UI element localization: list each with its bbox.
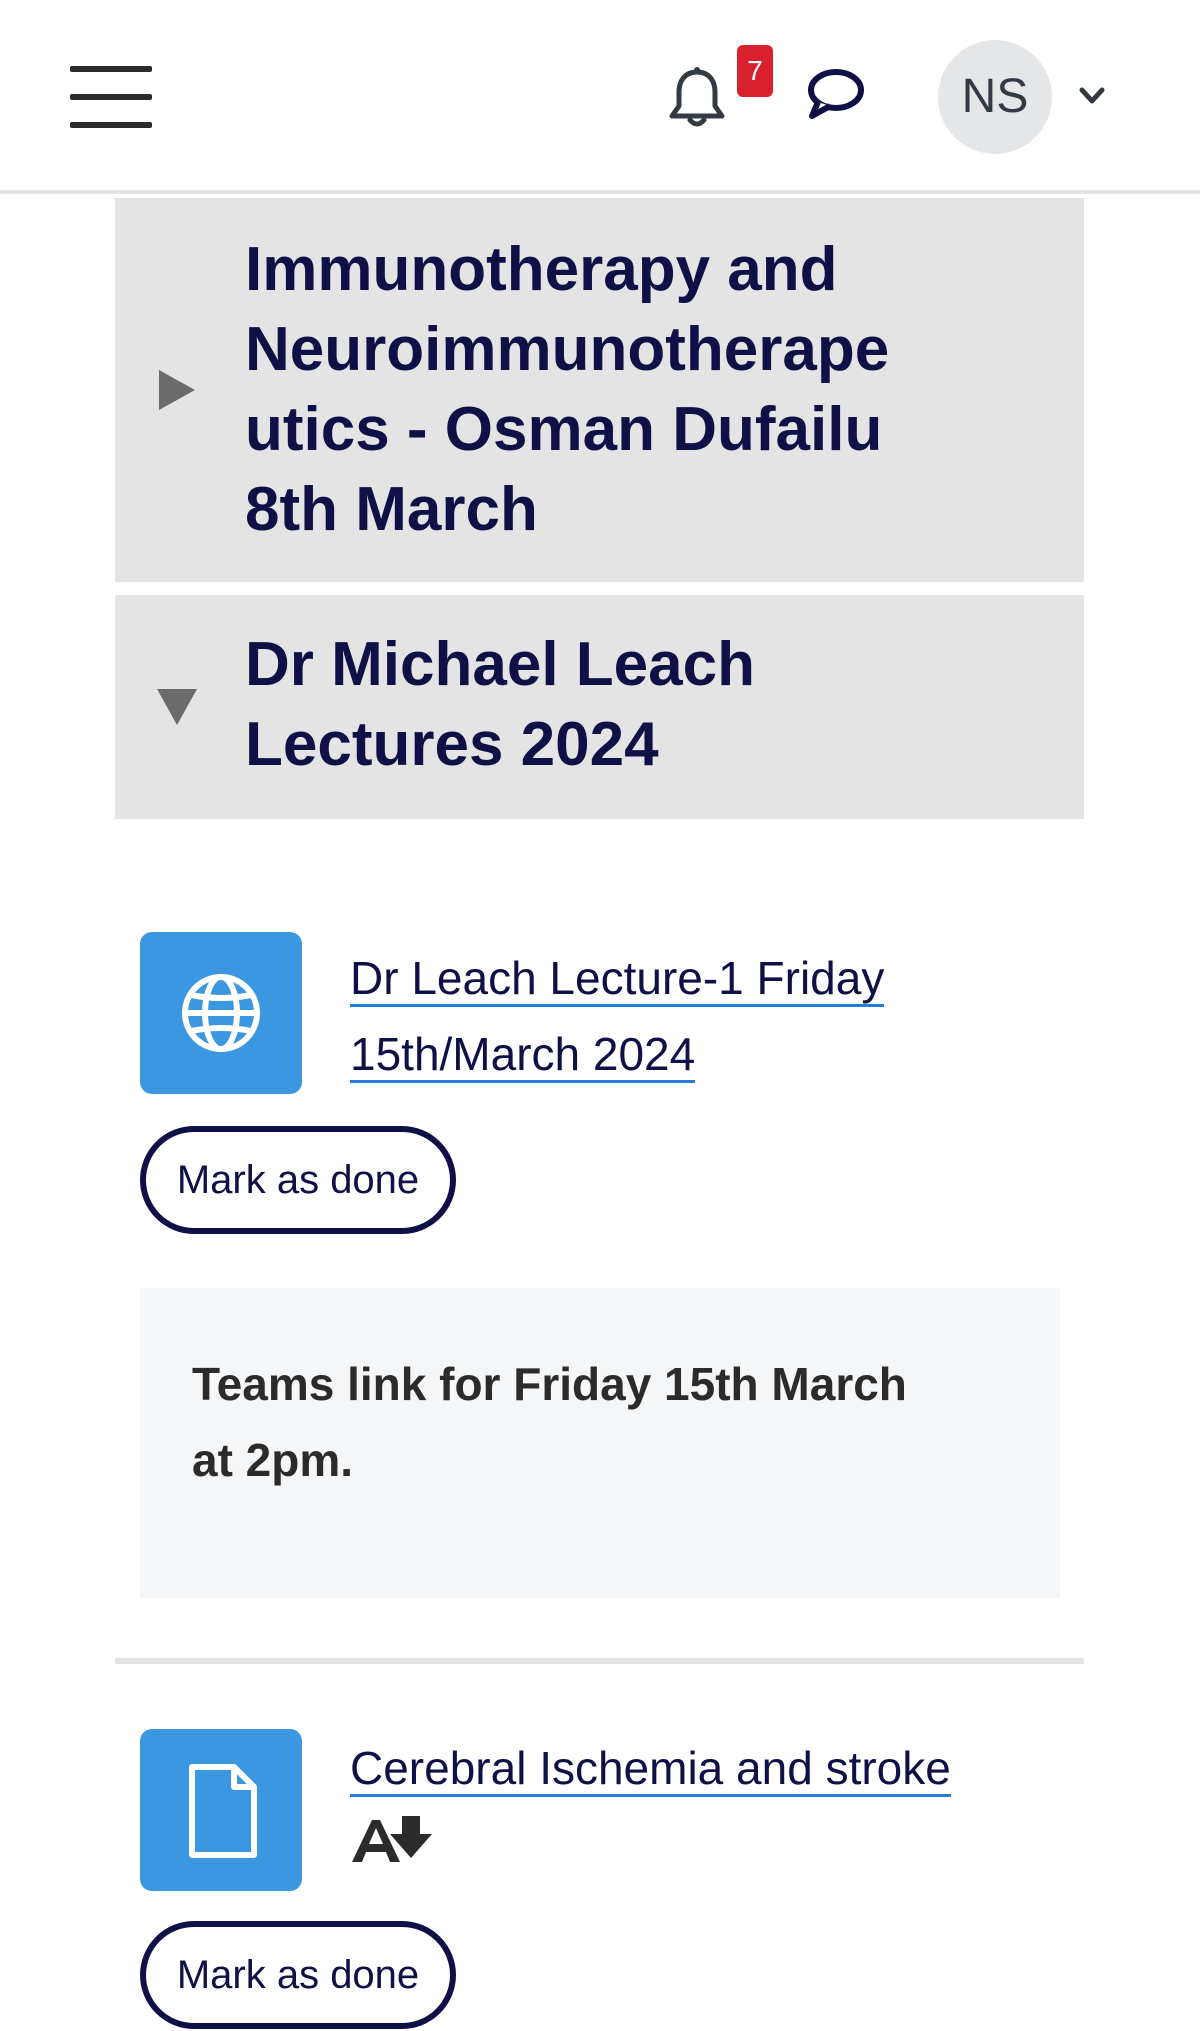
activity-link-dr-leach-lecture-1[interactable]: Dr Leach Lecture-1 Friday 15th/March 202…: [350, 940, 1050, 1092]
bell-icon[interactable]: [662, 62, 732, 132]
mark-as-done-button[interactable]: Mark as done: [140, 1921, 456, 2029]
mark-as-done-button[interactable]: Mark as done: [140, 1126, 456, 1234]
expanded-caret-icon[interactable]: [155, 685, 199, 729]
top-navbar: 7 NS: [0, 0, 1200, 194]
section-title[interactable]: Dr Michael Leach Lectures 2024: [245, 625, 1045, 785]
section-immunotherapy[interactable]: Immunotherapy and Neuroimmunotherape uti…: [115, 198, 1084, 582]
chevron-down-icon[interactable]: [1074, 78, 1110, 114]
notification-count-badge: 7: [737, 45, 773, 97]
globe-icon[interactable]: [140, 932, 302, 1094]
activity-description: Teams link for Friday 15th March at 2pm.: [140, 1288, 1060, 1598]
activity-link-cerebral-ischemia[interactable]: Cerebral Ischemia and stroke: [350, 1730, 1050, 1806]
activity-divider: [115, 1658, 1084, 1664]
file-icon[interactable]: [140, 1729, 302, 1891]
chat-bubble-icon[interactable]: [800, 60, 870, 130]
accessibility-download-icon[interactable]: [350, 1812, 434, 1866]
user-avatar[interactable]: NS: [938, 40, 1052, 154]
hamburger-menu-icon[interactable]: [70, 66, 152, 128]
collapsed-caret-icon[interactable]: [155, 368, 199, 412]
section-title[interactable]: Immunotherapy and Neuroimmunotherape uti…: [245, 230, 1045, 550]
section-michael-leach-lectures[interactable]: Dr Michael Leach Lectures 2024: [115, 595, 1084, 819]
